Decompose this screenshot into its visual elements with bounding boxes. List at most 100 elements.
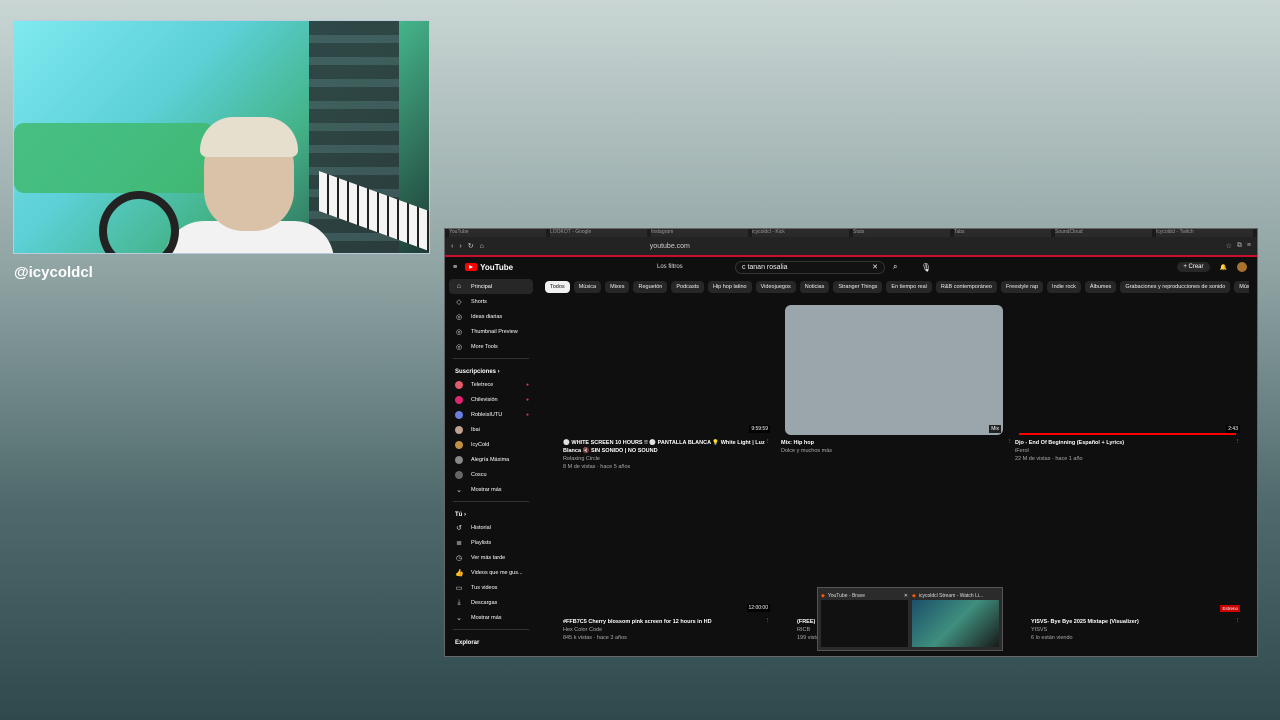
sidebar-item-playlists[interactable]: ≣ Playlists xyxy=(445,535,537,550)
more-options-icon[interactable]: ⋮ xyxy=(1007,439,1015,455)
search-input[interactable]: c tanan rosalia ✕ xyxy=(735,260,885,274)
chip[interactable]: Reguetón xyxy=(633,281,668,293)
more-options-icon[interactable]: ⋮ xyxy=(1235,439,1243,463)
video-title[interactable]: #FFB7C5 Cherry blossom pink screen for 1… xyxy=(563,618,765,626)
video-card[interactable]: Estreno YISVS- Bye Bye 2025 Mixtape (Vis… xyxy=(1031,484,1243,642)
back-icon[interactable]: ‹ xyxy=(451,243,453,250)
mic-icon[interactable]: 🎙 xyxy=(921,263,931,272)
sidebar-item-channel[interactable]: Coscu xyxy=(445,467,537,482)
avatar[interactable] xyxy=(1237,262,1247,272)
hamburger-icon[interactable]: ≡ xyxy=(453,264,457,271)
more-options-icon[interactable]: ⋮ xyxy=(1235,618,1243,642)
chip[interactable]: Podcasts xyxy=(671,281,704,293)
duration-badge: 12:00:00 xyxy=(746,604,770,612)
channel-name[interactable]: iFerol xyxy=(1015,447,1235,455)
sidebar-item-liked[interactable]: 👍 Videos que me gus... xyxy=(445,565,537,580)
chip[interactable]: Todos xyxy=(545,281,570,293)
taskbar-preview-item[interactable]: ◆ icycoldcl Stream - Watch Li... xyxy=(912,591,999,647)
clear-search-icon[interactable]: ✕ xyxy=(872,263,878,271)
chip[interactable]: Mixes xyxy=(605,281,630,293)
sidebar-item-principal[interactable]: ⌂ Principal xyxy=(449,279,533,294)
video-thumbnail[interactable]: 2:43 xyxy=(1015,305,1243,435)
sidebar-item-thumbnail-preview[interactable]: ◎ Thumbnail Preview xyxy=(445,324,537,339)
browser-tab[interactable]: icycoldcl - Kick xyxy=(752,229,849,237)
video-thumbnail[interactable]: Estreno xyxy=(1031,484,1243,614)
video-card[interactable]: Mix Mix: Hip hop Dolce y muchos más ⋮ xyxy=(781,305,1015,455)
browser-tab[interactable]: SoundCloud xyxy=(1055,229,1152,237)
sidebar-item-your-videos[interactable]: ▭ Tus videos xyxy=(445,580,537,595)
reload-icon[interactable]: ↻ xyxy=(468,242,474,250)
sidebar-item-shorts[interactable]: ◇ Shorts xyxy=(445,294,537,309)
bookmark-icon[interactable]: ☆ xyxy=(1226,242,1232,250)
browser-tab[interactable]: LOOKOT - Google xyxy=(550,229,647,237)
sidebar-item-more-tools[interactable]: ◎ More Tools xyxy=(445,339,537,354)
steering-wheel xyxy=(99,191,179,253)
video-card[interactable]: 9:59:59 ⚪ WHITE SCREEN 10 HOURS !! ⚪ PAN… xyxy=(563,305,773,471)
video-thumbnail[interactable]: 12:00:00 xyxy=(563,484,773,614)
browser-tab[interactable]: Stats xyxy=(853,229,950,237)
video-title[interactable]: Mix: Hip hop xyxy=(781,439,1007,447)
video-card[interactable]: 12:00:00 #FFB7C5 Cherry blossom pink scr… xyxy=(563,484,773,642)
menu-icon[interactable]: ≡ xyxy=(1247,242,1251,250)
subscriptions-header[interactable]: Suscripciones › xyxy=(445,363,537,377)
channel-name[interactable]: Relaxing Circle xyxy=(563,455,765,463)
sidebar-item-show-more[interactable]: ⌄ Mostrar más xyxy=(445,482,537,497)
like-icon: 👍 xyxy=(455,569,464,577)
sidebar-item-downloads[interactable]: ⤓ Descargas xyxy=(445,595,537,610)
video-thumbnail[interactable]: 9:59:59 xyxy=(563,305,773,435)
chip[interactable]: Hip hop latino xyxy=(707,281,752,293)
chip[interactable]: Videojuegos xyxy=(755,281,796,293)
sidebar-item-ideas[interactable]: ◎ Ideas diarias xyxy=(445,309,537,324)
video-title[interactable]: YISVS- Bye Bye 2025 Mixtape (Visualizer) xyxy=(1031,618,1235,626)
sidebar-item-channel[interactable]: Chilevisión ● xyxy=(445,392,537,407)
chip[interactable]: Música xyxy=(573,281,602,293)
chip[interactable]: Grabaciones y reproducciones de sonido xyxy=(1120,281,1231,293)
url-field[interactable]: youtube.com xyxy=(650,243,690,250)
sidebar-item-show-more[interactable]: ⌄ Mostrar más xyxy=(445,610,537,625)
video-card[interactable]: 2:43 Djo - End Of Beginning (Español + L… xyxy=(1015,305,1243,463)
video-title[interactable]: Djo - End Of Beginning (Español + Lyrics… xyxy=(1015,439,1235,447)
youtube-logo[interactable]: YouTube xyxy=(465,263,513,272)
create-button[interactable]: + Crear xyxy=(1177,262,1210,272)
video-title[interactable]: ⚪ WHITE SCREEN 10 HOURS !! ⚪ PANTALLA BL… xyxy=(563,439,765,455)
sidebar-item-channel[interactable]: Teletrece ● xyxy=(445,377,537,392)
channel-name[interactable]: Dolce y muchos más xyxy=(781,447,1007,455)
home-icon[interactable]: ⌂ xyxy=(480,243,484,250)
sidebar-item-history[interactable]: ↺ Historial xyxy=(445,520,537,535)
video-thumbnail[interactable]: Mix xyxy=(781,305,1015,435)
watch-progress xyxy=(1019,433,1236,435)
taskbar-preview-item[interactable]: ◆ YouTube - Brave ✕ xyxy=(821,591,908,647)
chip[interactable]: Indie rock xyxy=(1047,281,1081,293)
browser-tab[interactable]: YouTube xyxy=(449,229,546,237)
chip[interactable]: Músi xyxy=(1234,281,1249,293)
chip[interactable]: Stranger Things xyxy=(833,281,883,293)
forward-icon[interactable]: › xyxy=(459,243,461,250)
sidebar-item-channel[interactable]: Ibai xyxy=(445,422,537,437)
sidebar-item-channel[interactable]: Alegría Máxima xyxy=(445,452,537,467)
channel-avatar xyxy=(455,395,463,404)
browser-tab[interactable]: Icycoldcl - Twitch xyxy=(1156,229,1253,237)
filters-button[interactable]: Los filtros xyxy=(657,264,683,270)
more-options-icon[interactable]: ⋮ xyxy=(765,439,773,471)
you-header[interactable]: Tú › xyxy=(445,506,537,520)
sidebar-item-channel[interactable]: RobleisIUTU ● xyxy=(445,407,537,422)
sidebar-item-channel[interactable]: IcyCold xyxy=(445,437,537,452)
extensions-icon[interactable]: ⧉ xyxy=(1237,242,1242,250)
chip[interactable]: En tiempo real xyxy=(886,281,932,293)
channel-name[interactable]: YISVS xyxy=(1031,626,1235,634)
channel-avatar xyxy=(455,470,463,479)
search-icon[interactable]: ⌕ xyxy=(893,262,897,272)
chip[interactable]: Noticias xyxy=(799,281,830,293)
chip[interactable]: Álbumes xyxy=(1084,281,1117,293)
more-options-icon[interactable]: ⋮ xyxy=(765,618,773,642)
youtube-play-icon xyxy=(465,263,478,271)
browser-tab[interactable]: Tabs xyxy=(954,229,1051,237)
bell-icon[interactable]: 🔔 xyxy=(1220,264,1227,271)
chip[interactable]: R&B contemporáneo xyxy=(935,281,997,293)
close-icon[interactable]: ✕ xyxy=(904,593,908,599)
channel-name[interactable]: Hex Color Code xyxy=(563,626,765,634)
browser-tab[interactable]: Instagram xyxy=(651,229,748,237)
chip[interactable]: Freestyle rap xyxy=(1000,281,1044,293)
video-stats: 22 M de vistas · hace 1 año xyxy=(1015,456,1083,462)
sidebar-item-watch-later[interactable]: ◷ Ver más tarde xyxy=(445,550,537,565)
